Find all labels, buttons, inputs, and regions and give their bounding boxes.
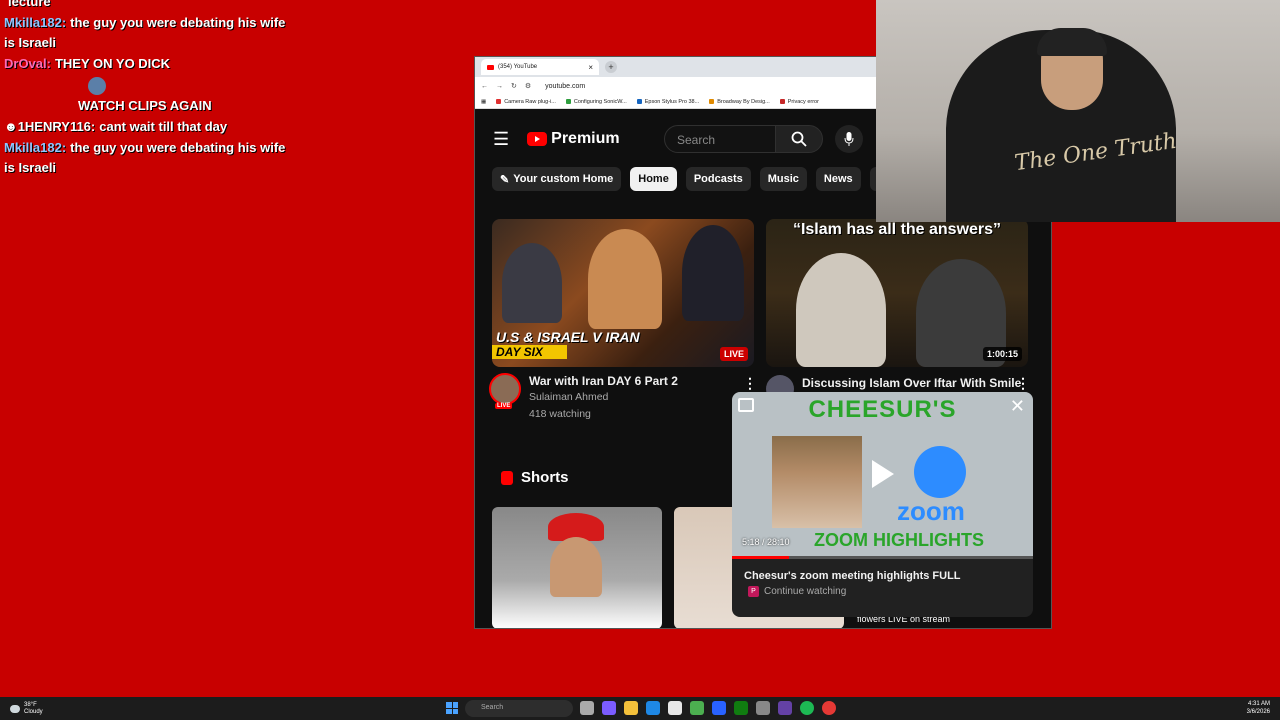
chat-message: Mkilla182: the guy you were debating his … — [4, 140, 286, 175]
reload-icon[interactable]: ↻ — [511, 82, 517, 90]
youtube-logo[interactable]: Premium — [527, 130, 620, 148]
apps-icon[interactable]: ▦ — [481, 99, 486, 105]
spotify-icon[interactable] — [800, 701, 814, 715]
weather-widget[interactable]: 38°F Cloudy — [10, 702, 43, 716]
thumbnail-figure — [682, 225, 744, 321]
copilot-icon[interactable] — [602, 701, 616, 715]
chip-home[interactable]: Home — [630, 167, 677, 191]
thumbnail-figure — [502, 243, 562, 323]
miniplayer-progress[interactable] — [732, 556, 1033, 559]
channel-name[interactable]: Sulaiman Ahmed — [529, 389, 678, 406]
file-explorer-icon[interactable] — [624, 701, 638, 715]
more-options-icon[interactable]: ⋮ — [743, 375, 757, 392]
chip-custom-home[interactable]: ✎ Your custom Home — [492, 167, 622, 191]
youtube-favicon-icon — [487, 64, 494, 70]
video-title[interactable]: War with Iran DAY 6 Part 2 — [529, 373, 678, 389]
edge-icon[interactable] — [646, 701, 660, 715]
close-tab-icon[interactable]: × — [588, 63, 593, 72]
chat-message: DrOval: THEY ON YO DICK — [4, 56, 171, 71]
twitch-icon[interactable] — [778, 701, 792, 715]
miniplayer-title[interactable]: Cheesur's zoom meeting highlights FULL — [744, 570, 961, 582]
thumbnail-figure — [796, 253, 886, 367]
stream-chat: lecture Mkilla182: the guy you were debat… — [4, 0, 294, 179]
bookmark-item[interactable]: Privacy error — [779, 99, 819, 105]
miniplayer-video[interactable]: CHEESUR'S zoom ZOOM HIGHLIGHTS 5:18 / 28… — [732, 392, 1033, 559]
menu-icon[interactable]: ☰ — [493, 129, 509, 150]
miniplayer-brand: CHEESUR'S — [808, 396, 957, 423]
bookmark-item[interactable]: Camera Raw plug-i... — [496, 99, 556, 105]
video-thumbnail[interactable]: U.S & ISRAEL V IRAN DAY SIX LIVE — [492, 219, 754, 367]
play-icon[interactable] — [872, 460, 894, 488]
chip-podcasts[interactable]: Podcasts — [685, 167, 751, 191]
microphone-icon — [844, 132, 854, 146]
thumbnail-title: U.S & ISRAEL V IRAN — [496, 329, 640, 345]
channel-initial-icon: P — [748, 586, 759, 597]
emote-icon — [88, 76, 106, 95]
chrome-red-icon[interactable] — [822, 701, 836, 715]
taskbar-search[interactable]: Search — [465, 700, 573, 717]
zoom-camera-icon — [914, 446, 966, 498]
search-input[interactable]: Search — [664, 125, 776, 153]
xbox-icon[interactable] — [734, 701, 748, 715]
back-icon[interactable]: ← — [481, 83, 488, 90]
thumbnail-subtitle: DAY SIX — [492, 345, 567, 359]
miniplayer-face — [772, 436, 862, 528]
miniplayer[interactable]: CHEESUR'S zoom ZOOM HIGHLIGHTS 5:18 / 28… — [732, 392, 1033, 617]
chat-message: lecture — [8, 0, 51, 9]
chat-message: ☻1HENRY116: cant wait till that day — [4, 119, 228, 134]
taskbar: 38°F Cloudy Search 4:31 AM 3/6/2026 — [0, 697, 1280, 720]
url-field[interactable]: youtube.com — [545, 83, 585, 90]
shorts-icon — [501, 470, 513, 485]
view-count: 418 watching — [529, 408, 591, 420]
forward-icon[interactable]: → — [496, 83, 503, 90]
thumbnail-title: “Islam has all the answers” — [792, 221, 1002, 238]
wand-icon: ✎ — [500, 173, 510, 186]
vscode-icon[interactable] — [712, 701, 726, 715]
thumbnail-figure — [550, 537, 602, 597]
app-icon[interactable] — [756, 701, 770, 715]
zoom-wordmark: zoom — [897, 496, 965, 526]
filter-chips: ✎ Your custom Home Home Podcasts Music Ne… — [492, 167, 901, 191]
expand-icon[interactable] — [738, 398, 754, 412]
close-icon[interactable]: ✕ — [1010, 396, 1025, 417]
video-thumbnail[interactable]: “Islam has all the answers” 1:00:15 — [766, 219, 1028, 367]
shorts-heading: Shorts — [501, 469, 569, 486]
progress-fill — [732, 556, 790, 559]
search-button[interactable] — [775, 125, 823, 153]
chat-message: Mkilla182: the guy you were debating his … — [4, 15, 286, 50]
miniplayer-highlights: ZOOM HIGHLIGHTS — [814, 530, 984, 550]
youtube-play-icon — [527, 132, 548, 146]
search-icon — [791, 131, 807, 147]
live-badge: LIVE — [719, 347, 748, 361]
tab-youtube[interactable]: (354) YouTube × — [481, 59, 599, 75]
task-view-icon[interactable] — [580, 701, 594, 715]
miniplayer-subtitle: P Continue watching — [748, 586, 846, 597]
site-info-icon[interactable]: ⚙ — [525, 82, 531, 90]
new-tab-button[interactable]: + — [605, 61, 617, 73]
chat-message — [4, 75, 294, 95]
start-button[interactable] — [446, 702, 458, 714]
chrome-icon[interactable] — [690, 701, 704, 715]
short-thumbnail[interactable] — [492, 507, 662, 628]
taskbar-apps — [580, 701, 836, 715]
webcam-feed: The One Truth — [876, 0, 1280, 222]
chip-music[interactable]: Music — [759, 167, 807, 191]
more-options-icon[interactable]: ⋮ — [1016, 375, 1030, 392]
channel-avatar[interactable]: LIVE — [489, 373, 521, 409]
bookmark-item[interactable]: Epson Stylus Pro 38... — [636, 99, 699, 105]
voice-search-button[interactable] — [835, 125, 863, 153]
video-duration: 1:00:15 — [982, 347, 1022, 361]
bookmark-item[interactable]: Configuring SonicW... — [565, 99, 627, 105]
bookmark-item[interactable]: Broadway By Desig... — [709, 99, 770, 105]
cloud-icon — [10, 704, 20, 713]
system-clock[interactable]: 4:31 AM 3/6/2026 — [1247, 700, 1270, 716]
miniplayer-time: 5:18 / 28:10 — [742, 537, 790, 547]
video-info: LIVE War with Iran DAY 6 Part 2 Sulaiman… — [489, 373, 678, 423]
chat-message: WATCH CLIPS AGAIN — [78, 98, 212, 113]
badge-icon: ☻ — [4, 119, 18, 134]
chip-news[interactable]: News — [815, 167, 861, 191]
thumbnail-figure — [588, 229, 662, 329]
streamer-beanie — [1037, 28, 1107, 56]
store-icon[interactable] — [668, 701, 682, 715]
